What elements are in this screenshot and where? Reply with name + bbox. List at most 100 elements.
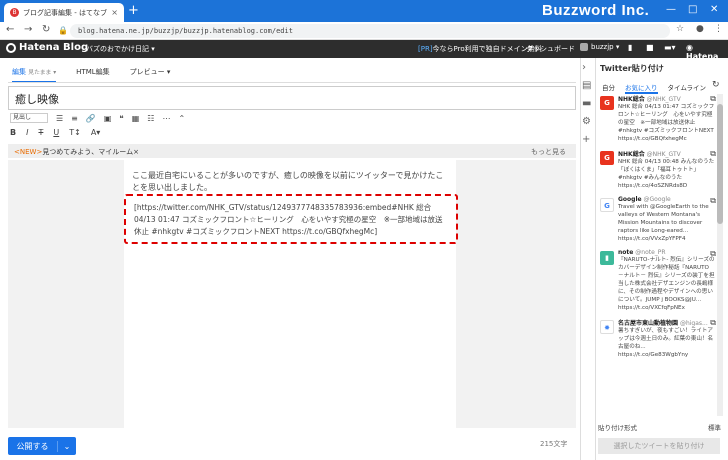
format-select[interactable]: 標準 bbox=[708, 422, 721, 432]
pro-promo-link[interactable]: [PR]今ならPro利用で独自ドメイン無料 bbox=[418, 44, 542, 54]
tweet-handle: @higas... bbox=[679, 320, 708, 327]
browser-tab[interactable]: B ブログ記事編集 - はてなブログ × bbox=[4, 3, 124, 22]
tweet-author-name: NHK総合 bbox=[618, 151, 645, 158]
chat-icon[interactable]: ▬▾ bbox=[664, 43, 676, 52]
url-text: blog.hatena.ne.jp/buzzjp/buzzjp.hatenabl… bbox=[78, 27, 293, 35]
tweet-handle: @note_PR bbox=[635, 249, 666, 256]
bold-icon[interactable]: B bbox=[10, 128, 16, 137]
close-window-icon[interactable]: ✕ bbox=[710, 4, 718, 15]
notice-more-link[interactable]: もっと見る bbox=[531, 147, 566, 157]
tweet-avatar-icon: G bbox=[600, 96, 614, 110]
twitter-panel-icon[interactable]: ▤ bbox=[582, 80, 591, 91]
hatena-favicon-icon: B bbox=[10, 8, 19, 17]
tweet-handle: @NHK_GTV bbox=[646, 96, 681, 103]
tweet-author-name: note bbox=[618, 249, 634, 256]
open-external-icon[interactable]: ⧉ bbox=[710, 196, 716, 206]
tweet-item[interactable]: G NHK総合 @NHK_GTV NHK 総合 04/13 00:48 みんなのうた… bbox=[598, 149, 716, 190]
logo-ring-icon bbox=[6, 42, 16, 53]
maximize-icon[interactable]: □ bbox=[688, 4, 697, 15]
tab-preview[interactable]: プレビュー ▾ bbox=[130, 67, 171, 83]
brand-watermark: Buzzword Inc. bbox=[542, 2, 650, 19]
tab-mine[interactable]: 自分 bbox=[602, 82, 615, 94]
tweet-body: 暑ちすぎいが、夜もすごい！ライトアップは今週土日のみ。紅葉の東山！名古屋のね..… bbox=[618, 328, 714, 358]
tweet-item[interactable]: ✸ 名古屋市東山動植物園 @higas... 暑ちすぎいが、夜もすごい！ライトアップ… bbox=[598, 318, 716, 359]
align-icon[interactable]: ☷ bbox=[147, 114, 154, 123]
logo-text: Hatena Blog bbox=[19, 42, 89, 53]
account-icon[interactable]: ● bbox=[696, 24, 704, 34]
body-paragraph[interactable]: ここ最近自宅にいることが多いのですが、癒しの映像を以前にツイッターで見かけたこと… bbox=[132, 170, 450, 194]
tab-close-icon[interactable]: × bbox=[111, 8, 118, 17]
tab-timeline[interactable]: タイムライン bbox=[668, 82, 707, 94]
tab-wysiwyg[interactable]: 編集 見たまま ▾ bbox=[12, 67, 57, 83]
tweet-body: 『NARUTO-ナルト- 烈伝』シリーズのカバーデザイン制作秘話『NARUTO … bbox=[618, 257, 715, 311]
url-input[interactable]: blog.hatena.ne.jp/buzzjp/buzzjp.hatenabl… bbox=[70, 24, 670, 38]
panel-title: Twitter貼り付け bbox=[600, 64, 664, 73]
heading-select[interactable]: 見出し bbox=[10, 113, 48, 123]
notice-new-badge: <NEW> bbox=[14, 148, 43, 156]
bookmark-icon[interactable]: ▮ bbox=[628, 43, 632, 52]
reload-icon[interactable]: ↻ bbox=[42, 24, 50, 35]
panel-tabs: 自分 お気に入り タイムライン bbox=[602, 82, 706, 94]
tweet-list: G NHK総合 @NHK_GTV NHK 総合 04/13 01:47 コズミックフ… bbox=[598, 94, 716, 416]
plus-icon[interactable]: + bbox=[582, 134, 590, 145]
open-external-icon[interactable]: ⧉ bbox=[710, 149, 716, 159]
gear-icon[interactable]: ⚙ bbox=[582, 116, 591, 127]
tab-wysiwyg-sub: 見たまま ▾ bbox=[28, 70, 57, 76]
tweet-handle: @NHK_GTV bbox=[646, 151, 681, 158]
folder-icon[interactable]: ▬ bbox=[582, 98, 591, 109]
star-icon[interactable]: ☆ bbox=[676, 24, 684, 34]
tweet-item[interactable]: G NHK総合 @NHK_GTV NHK 総合 04/13 01:47 コズミックフ… bbox=[598, 94, 716, 143]
link-icon[interactable]: 🔗 bbox=[86, 114, 96, 123]
paste-tweet-button[interactable]: 選択したツイートを貼り付け bbox=[598, 438, 720, 454]
color-icon[interactable]: A▾ bbox=[91, 128, 101, 137]
reload-tweets-icon[interactable]: ↻ bbox=[712, 80, 720, 90]
more-icon[interactable]: ⋯ bbox=[162, 114, 170, 123]
menu-icon[interactable]: ⋮ bbox=[714, 24, 723, 34]
open-external-icon[interactable]: ⧉ bbox=[710, 94, 716, 104]
tweet-item[interactable]: ▮ note @note_PR 『NARUTO-ナルト- 烈伝』シリーズのカバーデザ… bbox=[598, 249, 716, 312]
italic-icon[interactable]: I bbox=[26, 128, 28, 137]
collapse-panel-icon[interactable]: › bbox=[582, 62, 586, 73]
underline-icon[interactable]: U bbox=[53, 128, 59, 137]
user-menu[interactable]: buzzjp ▾ bbox=[580, 43, 619, 51]
open-external-icon[interactable]: ⧉ bbox=[710, 318, 716, 328]
size-icon[interactable]: T↕ bbox=[69, 128, 81, 137]
avatar bbox=[580, 43, 588, 51]
open-external-icon[interactable]: ⧉ bbox=[710, 249, 716, 259]
tweet-author: NHK総合 @NHK_GTV bbox=[618, 149, 716, 158]
tweet-embed-highlight[interactable]: [https://twitter.com/NHK_GTV/status/1249… bbox=[124, 194, 458, 244]
publish-button[interactable]: 公開する ⌄ bbox=[8, 437, 76, 455]
notification-icon[interactable]: ■ bbox=[646, 43, 654, 52]
tab-title: ブログ記事編集 - はてなブログ bbox=[23, 8, 107, 17]
tweet-avatar-icon: G bbox=[600, 151, 614, 165]
tweet-handle: @Google bbox=[643, 196, 671, 203]
title-input[interactable]: 癒し映像 bbox=[8, 86, 576, 110]
forward-icon[interactable]: → bbox=[24, 24, 32, 35]
notice-text[interactable]: 見つめてみよう、マイルーム× bbox=[42, 148, 139, 156]
chevron-down-icon[interactable]: ⌄ bbox=[58, 442, 76, 451]
format-label: 貼り付け形式 bbox=[598, 424, 637, 432]
style-toolbar: B I T U T↕ A▾ bbox=[10, 128, 100, 137]
quote-icon[interactable]: ❝ bbox=[119, 114, 123, 123]
tab-html[interactable]: HTML編集 bbox=[76, 67, 109, 83]
char-count: 215文字 bbox=[540, 440, 568, 448]
tweet-body: NHK 総合 04/13 00:48 みんなのうた「ぼくはくま」「福耳トゥトト」… bbox=[618, 159, 715, 189]
mode-tabs: 編集 見たまま ▾ HTML編集 プレビュー ▾ bbox=[12, 67, 170, 83]
back-icon[interactable]: ← bbox=[6, 24, 14, 35]
hatena-blog-logo[interactable]: Hatena Blog bbox=[6, 42, 88, 53]
bullet-list-icon[interactable]: ☰ bbox=[56, 114, 63, 123]
blog-name-menu[interactable]: バズのおでかけ日記 ▾ bbox=[86, 44, 155, 54]
tweet-item[interactable]: G Google @Google Travel with @GoogleEarth … bbox=[598, 196, 716, 243]
tweet-avatar-icon: G bbox=[600, 198, 614, 212]
new-tab-button[interactable]: + bbox=[128, 4, 139, 18]
tab-favorites[interactable]: お気に入り bbox=[625, 82, 658, 94]
image-icon[interactable]: ▣ bbox=[104, 114, 112, 123]
strike-icon[interactable]: T bbox=[38, 128, 43, 137]
scroll-thumb[interactable] bbox=[717, 104, 723, 224]
dashboard-link[interactable]: ダッシュボード bbox=[526, 44, 575, 54]
collapse-icon[interactable]: ⌃ bbox=[178, 114, 185, 123]
scrollbar[interactable] bbox=[717, 94, 723, 416]
numbered-list-icon[interactable]: ≡ bbox=[71, 114, 78, 123]
minimize-icon[interactable]: — bbox=[666, 4, 676, 15]
table-icon[interactable]: ▦ bbox=[132, 114, 140, 123]
